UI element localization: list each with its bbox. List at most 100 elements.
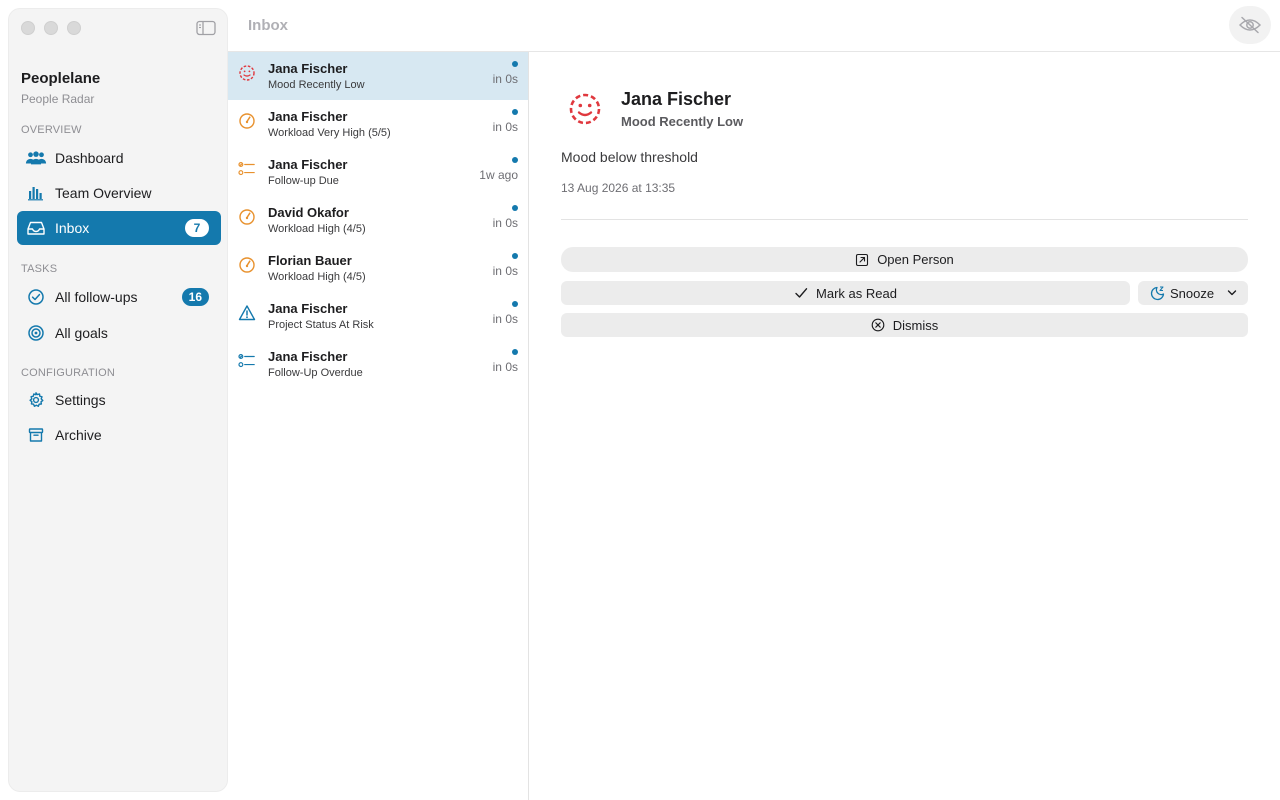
detail-person-name: Jana Fischer [621,89,732,109]
unread-indicator [512,205,518,211]
list-item-time: in 0s [492,216,518,230]
list-item[interactable]: Jana Fischer Follow-up Due 1w ago [228,148,528,196]
sidebar: Peoplelane People Radar OVERVIEW Dashboa… [8,8,228,792]
sidebar-item-label: Archive [55,427,102,443]
list-item-time: in 0s [492,360,518,374]
open-person-label: Open Person [877,252,954,267]
gauge-icon [238,256,256,274]
gauge-icon [238,208,256,226]
detail-message: Mood below threshold [561,149,698,165]
list-item[interactable]: David Okafor Workload High (4/5) in 0s [228,196,528,244]
app-subtitle: People Radar [21,92,95,106]
list-item-time: 1w ago [479,168,518,182]
unread-indicator [512,61,518,67]
checklist-icon [238,160,256,178]
app-window: Peoplelane People Radar OVERVIEW Dashboa… [0,0,1280,800]
list-item-name: Jana Fischer [268,109,348,124]
list-item-subtitle: Workload High (4/5) [268,223,366,235]
gear-icon [25,390,47,410]
sidebar-item-inbox[interactable]: Inbox 7 [17,211,221,245]
list-item-name: Jana Fischer [268,349,348,364]
people-icon [25,148,47,168]
list-item-subtitle: Workload High (4/5) [268,271,366,283]
section-label-tasks: TASKS [21,263,58,275]
close-window-button[interactable] [21,21,35,35]
check-circle-icon [25,287,47,307]
sidebar-item-label: Team Overview [55,185,152,201]
section-label-configuration: CONFIGURATION [21,367,116,379]
sidebar-item-team-overview[interactable]: Team Overview [17,176,221,210]
sidebar-toggle-icon[interactable] [195,19,217,37]
snooze-label: Snooze [1170,285,1215,301]
chevron-down-icon[interactable] [1226,287,1238,299]
sad-face-icon [567,91,603,127]
sidebar-item-archive[interactable]: Archive [17,418,221,452]
checkmark-icon [795,288,808,298]
list-item-time: in 0s [492,72,518,86]
list-item-subtitle: Follow-Up Overdue [268,367,363,379]
list-item[interactable]: Jana Fischer Workload Very High (5/5) in… [228,100,528,148]
zoom-window-button[interactable] [67,21,81,35]
open-person-button[interactable]: Open Person [561,247,1248,272]
list-item[interactable]: Jana Fischer Mood Recently Low in 0s [228,52,528,100]
minimize-window-button[interactable] [44,21,58,35]
list-item-name: David Okafor [268,205,349,220]
archive-box-icon [25,425,47,445]
sidebar-item-settings[interactable]: Settings [17,383,221,417]
snooze-button[interactable]: Snooze [1138,281,1248,305]
sidebar-item-dashboard[interactable]: Dashboard [17,141,221,175]
inbox-list: Jana Fischer Mood Recently Low in 0s Jan… [228,52,528,800]
detail-divider [561,219,1248,220]
bar-chart-icon [25,183,47,203]
hide-content-button[interactable] [1229,6,1271,44]
warning-triangle-icon [238,304,256,322]
unread-indicator [512,253,518,259]
window-controls [21,21,81,35]
dismiss-label: Dismiss [892,317,939,333]
section-label-overview: OVERVIEW [21,124,82,136]
app-title: Peoplelane [21,70,101,87]
list-item-time: in 0s [492,312,518,326]
unread-indicator [512,301,518,307]
unread-indicator [512,109,518,115]
checklist-icon [238,352,256,370]
moon-clock-icon [1150,286,1165,301]
x-circle-icon [871,318,885,332]
eye-slash-icon [1238,16,1262,34]
list-item-name: Jana Fischer [268,157,348,172]
gauge-icon [238,112,256,130]
toolbar-title: Inbox [248,17,288,34]
sidebar-item-label: All follow-ups [55,289,138,305]
list-item-name: Jana Fischer [268,61,348,76]
sidebar-item-all-follow-ups[interactable]: All follow-ups 16 [17,280,221,314]
list-item-name: Jana Fischer [268,301,348,316]
mark-as-read-label: Mark as Read [816,285,897,301]
list-item[interactable]: Jana Fischer Project Status At Risk in 0… [228,292,528,340]
list-item[interactable]: Jana Fischer Follow-Up Overdue in 0s [228,340,528,388]
open-external-icon [856,253,869,266]
unread-indicator [512,349,518,355]
list-divider [528,52,529,800]
list-item-name: Florian Bauer [268,253,352,268]
sidebar-item-label: Settings [55,392,106,408]
unread-indicator [512,157,518,163]
detail-timestamp: 13 Aug 2026 at 13:35 [561,181,676,195]
list-item-subtitle: Follow-up Due [268,175,339,187]
mark-as-read-button[interactable]: Mark as Read [561,281,1130,305]
sad-face-icon [238,64,256,82]
list-item-subtitle: Mood Recently Low [268,79,365,91]
sidebar-item-label: Dashboard [55,150,124,166]
dismiss-button[interactable]: Dismiss [561,313,1248,337]
list-item[interactable]: Florian Bauer Workload High (4/5) in 0s [228,244,528,292]
sidebar-item-all-goals[interactable]: All goals [17,316,221,350]
sidebar-item-label: All goals [55,325,108,341]
list-item-subtitle: Project Status At Risk [268,319,374,331]
inbox-tray-icon [25,218,47,238]
follow-ups-count-badge: 16 [181,288,209,306]
list-item-subtitle: Workload Very High (5/5) [268,127,391,139]
sidebar-item-label: Inbox [55,220,90,236]
list-item-time: in 0s [492,264,518,278]
list-item-time: in 0s [492,120,518,134]
detail-alert-title: Mood Recently Low [621,114,744,129]
target-icon [25,323,47,343]
